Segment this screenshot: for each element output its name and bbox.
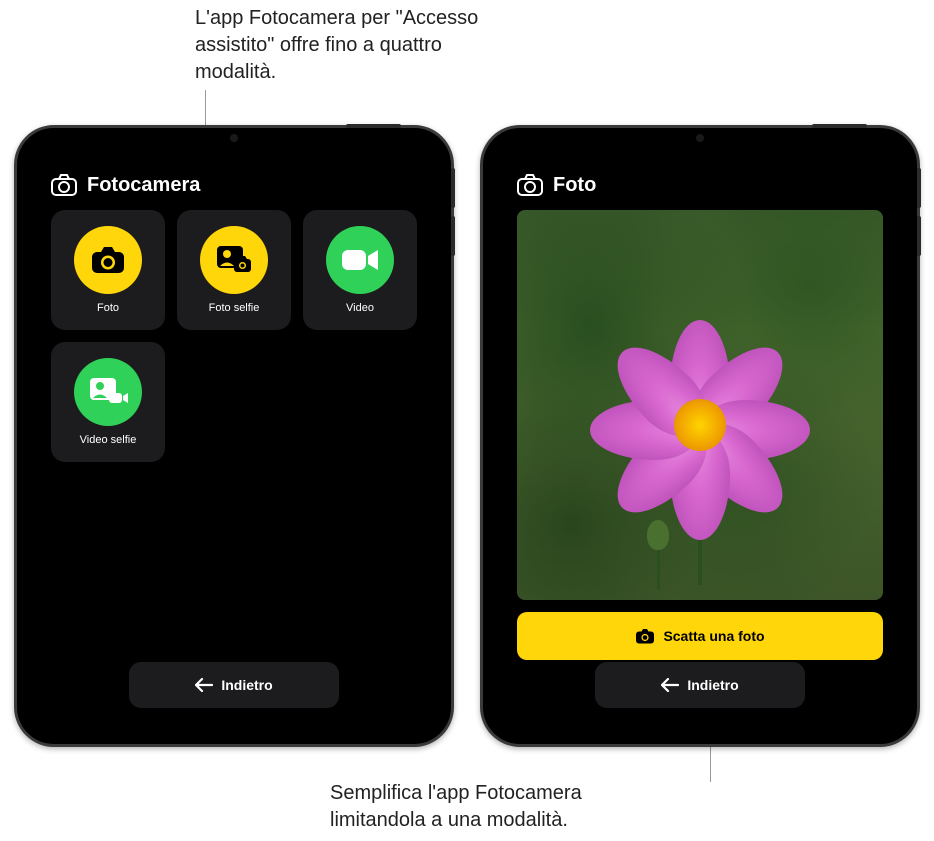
front-camera-dot [230,134,238,142]
selfie-camera-icon [200,226,268,294]
flower-illustration [585,310,815,540]
screen-right: Foto Scatta una foto [499,144,901,728]
header-title: Fotocamera [87,174,200,197]
mode-grid: Foto Foto selfie Video Vid [33,210,435,462]
back-label: Indietro [687,677,738,693]
screen-left: Fotocamera Foto Foto selfie [33,144,435,728]
app-header: Foto [499,144,901,210]
capture-label: Scatta una foto [663,628,764,644]
volume-down-button [917,216,921,256]
camera-icon [635,628,655,644]
bud-stem [657,545,660,590]
camera-icon [51,172,77,198]
mode-label: Foto selfie [209,302,260,314]
front-camera-dot [696,134,704,142]
volume-down-button [451,216,455,256]
app-header: Fotocamera [33,144,435,210]
power-button [812,124,867,128]
mode-label: Video selfie [80,434,137,446]
volume-up-button [917,168,921,208]
camera-icon [74,226,142,294]
mode-tile-foto[interactable]: Foto [51,210,165,330]
back-label: Indietro [221,677,272,693]
mode-label: Foto [97,302,119,314]
back-button[interactable]: Indietro [595,662,805,708]
power-button [346,124,401,128]
selfie-video-icon [74,358,142,426]
callout-bottom: Semplifica l'app Fotocamera limitandola … [330,780,680,834]
mode-tile-video[interactable]: Video [303,210,417,330]
mode-label: Video [346,302,374,314]
camera-icon [517,172,543,198]
capture-button[interactable]: Scatta una foto [517,612,883,660]
ipad-left: Fotocamera Foto Foto selfie [14,125,454,747]
back-button[interactable]: Indietro [129,662,339,708]
callout-top: L'app Fotocamera per "Accesso assistito"… [195,5,495,86]
header-title: Foto [553,174,596,197]
camera-viewfinder [517,210,883,600]
ipad-right: Foto Scatta una foto [480,125,920,747]
arrow-left-icon [195,678,213,692]
volume-up-button [451,168,455,208]
video-icon [326,226,394,294]
arrow-left-icon [661,678,679,692]
mode-tile-foto-selfie[interactable]: Foto selfie [177,210,291,330]
mode-tile-video-selfie[interactable]: Video selfie [51,342,165,462]
